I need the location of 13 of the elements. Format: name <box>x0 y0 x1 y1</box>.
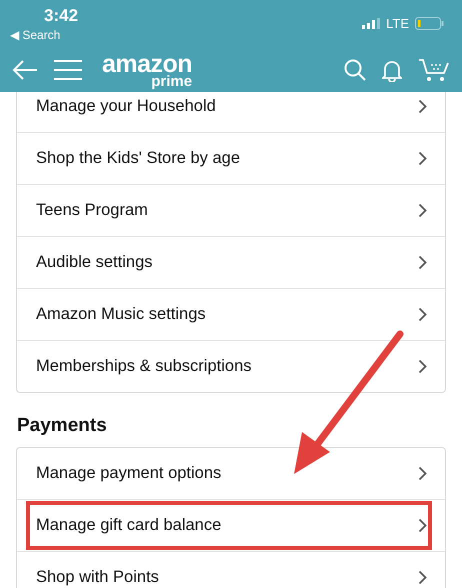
amazon-prime-logo: amazon prime <box>102 52 192 89</box>
clock-time: 3:42 <box>43 6 78 26</box>
row-label: Shop with Points <box>36 568 160 587</box>
row-label: Audible settings <box>36 253 154 272</box>
row-label: Manage payment options <box>36 464 222 483</box>
section-heading: Payments <box>16 414 108 438</box>
row-label: Amazon Music settings <box>36 305 207 324</box>
row-label: Manage your Household <box>36 97 217 116</box>
row-label: Teens Program <box>36 201 149 220</box>
row-label: Manage gift card balance <box>36 516 222 535</box>
row-label: Shop the Kids' Store by age <box>36 149 242 168</box>
network-label: LTE <box>386 16 409 30</box>
row-label: Memberships & subscriptions <box>36 357 252 376</box>
